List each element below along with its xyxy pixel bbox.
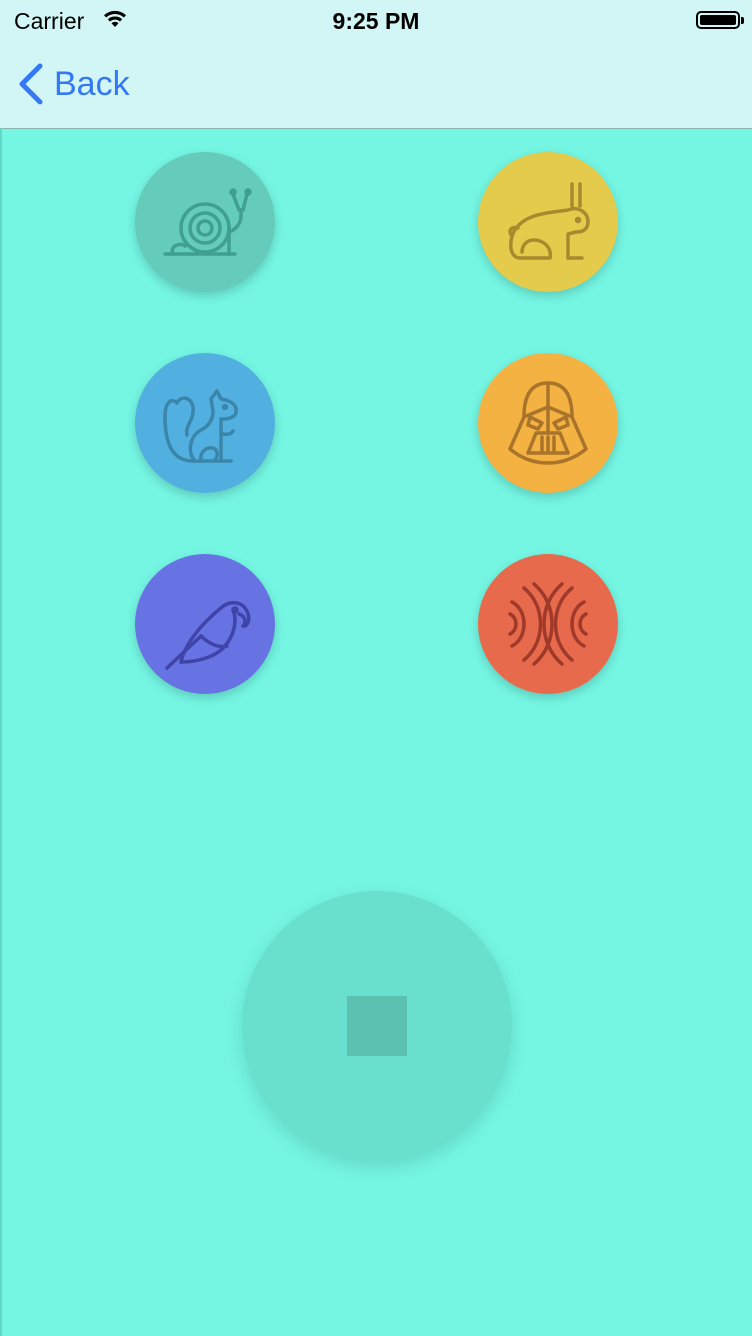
clock: 9:25 PM bbox=[332, 8, 420, 34]
parrot-icon bbox=[165, 601, 251, 670]
back-button[interactable]: Back bbox=[16, 60, 130, 108]
navigation-bar: Carrier 9:25 PM Back bbox=[0, 0, 752, 129]
rabbit-icon bbox=[508, 182, 590, 260]
stop-icon bbox=[347, 996, 407, 1056]
snail-button[interactable] bbox=[135, 152, 275, 292]
darth-vader-icon bbox=[508, 381, 588, 465]
back-label: Back bbox=[54, 64, 130, 103]
echo-wave-button[interactable] bbox=[478, 554, 618, 694]
screen: Carrier 9:25 PM Back bbox=[0, 0, 752, 1336]
stop-button[interactable] bbox=[242, 891, 512, 1161]
battery-icon bbox=[696, 11, 744, 29]
echo-wave-icon bbox=[508, 582, 588, 666]
snail-icon bbox=[163, 188, 252, 256]
parrot-button[interactable] bbox=[135, 554, 275, 694]
left-edge bbox=[0, 128, 2, 1336]
rabbit-button[interactable] bbox=[478, 152, 618, 292]
battery-nub bbox=[741, 17, 744, 24]
squirrel-icon bbox=[163, 389, 238, 463]
darth-vader-button[interactable] bbox=[478, 353, 618, 493]
battery-level bbox=[700, 15, 736, 25]
chevron-left-icon bbox=[19, 63, 43, 105]
squirrel-button[interactable] bbox=[135, 353, 275, 493]
